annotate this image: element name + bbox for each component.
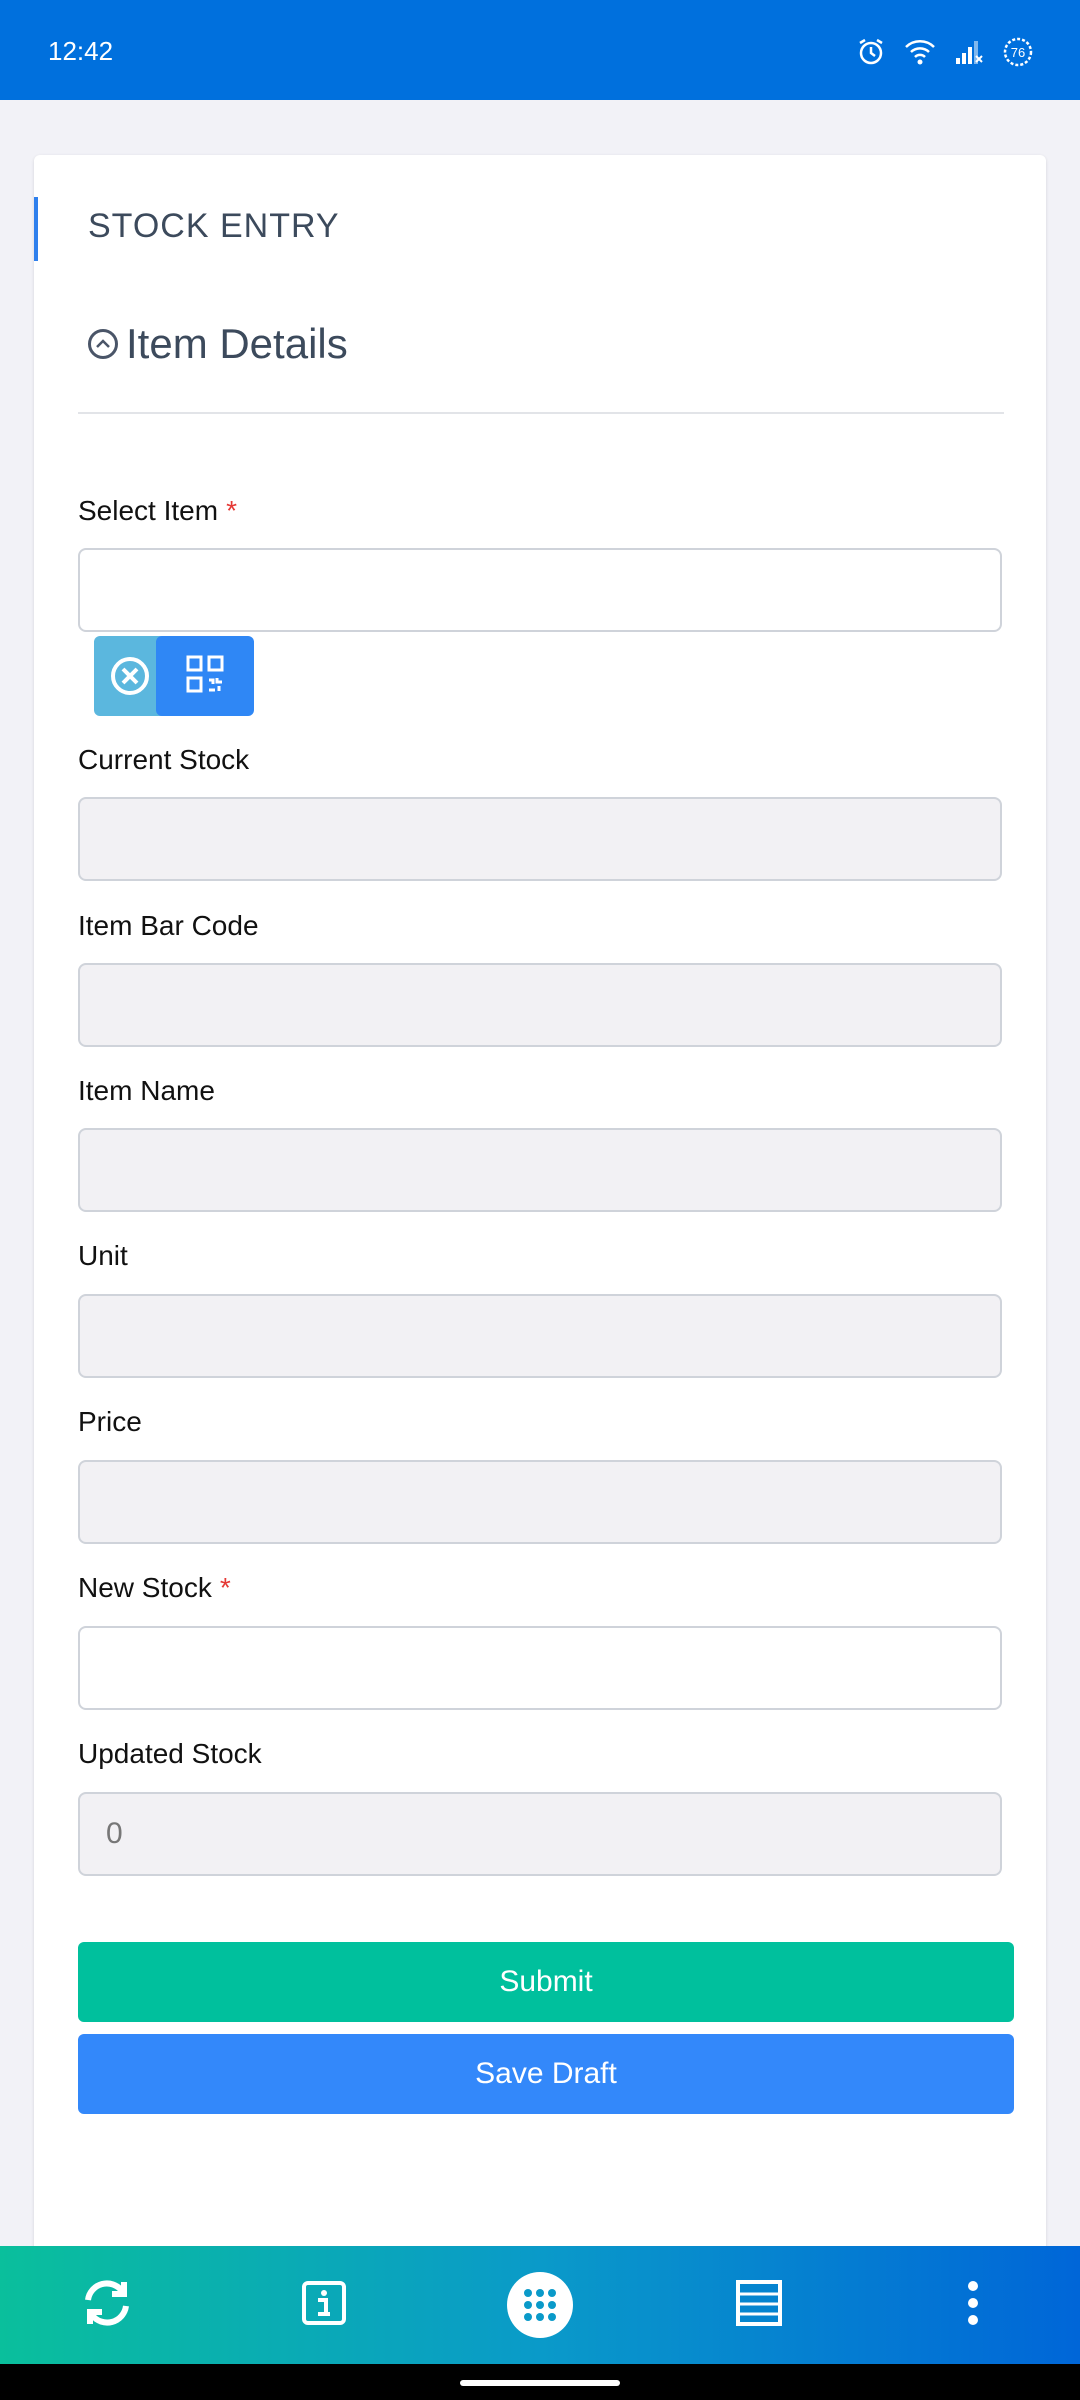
price-field [78, 1460, 1002, 1544]
sync-button[interactable] [72, 2270, 142, 2340]
apps-button[interactable] [505, 2270, 575, 2340]
more-vertical-icon [966, 2280, 980, 2331]
price-label: Price [78, 1406, 142, 1437]
section-header-item-details[interactable]: Item Details [88, 320, 348, 368]
required-mark: * [219, 1572, 231, 1603]
current-stock-label: Current Stock [78, 744, 250, 775]
divider [78, 412, 1004, 414]
item-name-label: Item Name [78, 1075, 215, 1106]
unit-field [78, 1294, 1002, 1378]
status-icons: 76 [856, 36, 1034, 73]
item-bar-code-label: Item Bar Code [78, 910, 259, 941]
more-options-button[interactable] [938, 2270, 1008, 2340]
signal-icon [954, 38, 984, 71]
chevron-up-circle-icon[interactable] [88, 329, 118, 359]
alarm-icon [856, 37, 886, 72]
gesture-bar [0, 2364, 1080, 2400]
submit-button[interactable]: Submit [78, 1942, 1014, 2022]
page-title: STOCK ENTRY [88, 207, 340, 245]
battery-icon: 76 [1002, 36, 1034, 73]
bottom-nav [0, 2246, 1080, 2364]
list-button[interactable] [724, 2270, 794, 2340]
section-title: Item Details [126, 320, 348, 367]
home-gesture-pill[interactable] [460, 2380, 620, 2386]
save-draft-button[interactable]: Save Draft [78, 2034, 1014, 2114]
title-accent-bar [34, 197, 38, 261]
scan-qr-button[interactable] [156, 636, 254, 716]
new-stock-label: New Stock * [78, 1572, 231, 1603]
select-item-label: Select Item * [78, 495, 237, 526]
new-stock-input[interactable] [78, 1626, 1002, 1710]
required-mark: * [226, 495, 237, 526]
current-stock-field [78, 797, 1002, 881]
status-bar: 12:42 76 [0, 0, 1080, 100]
unit-label: Unit [78, 1240, 128, 1271]
select-item-input[interactable] [78, 548, 1002, 632]
list-icon [735, 2279, 783, 2332]
item-bar-code-field [78, 963, 1002, 1047]
wifi-icon [904, 38, 936, 71]
info-button[interactable] [289, 2270, 359, 2340]
updated-stock-field: 0 [78, 1792, 1002, 1876]
sync-icon [78, 2274, 136, 2337]
status-time: 12:42 [48, 36, 114, 66]
svg-text:76: 76 [1011, 45, 1025, 60]
select-item-tools [94, 636, 254, 716]
qr-code-icon [185, 654, 225, 699]
apps-grid-icon [507, 2272, 573, 2338]
updated-stock-label: Updated Stock [78, 1738, 262, 1769]
info-icon [301, 2280, 347, 2331]
item-name-field [78, 1128, 1002, 1212]
